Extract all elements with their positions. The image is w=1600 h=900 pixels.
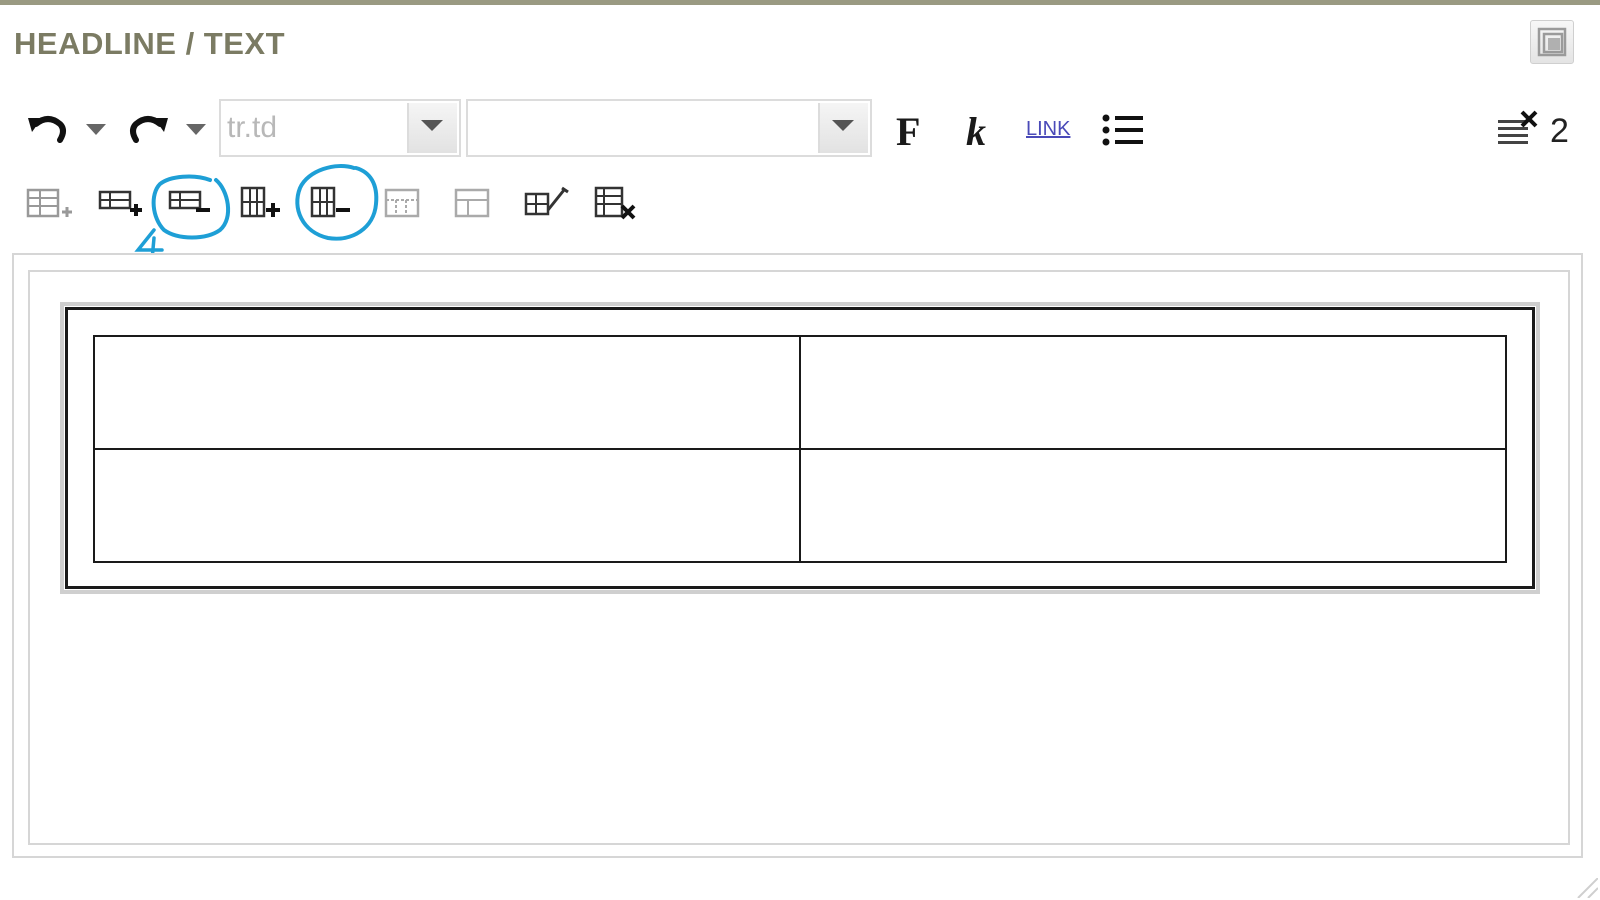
merge-cells-icon[interactable] xyxy=(454,186,494,222)
bold-icon[interactable]: F xyxy=(896,108,920,155)
italic-icon[interactable]: k xyxy=(966,108,986,155)
chevron-down-icon xyxy=(421,120,443,131)
bulleted-list-icon[interactable] xyxy=(1102,113,1144,147)
maximize-button[interactable] xyxy=(1530,20,1574,64)
resize-grip-icon[interactable] xyxy=(1574,878,1598,898)
maximize-icon xyxy=(1537,27,1567,57)
table-cell[interactable] xyxy=(799,448,1507,563)
table-cell[interactable] xyxy=(93,335,801,450)
delete-column-icon[interactable] xyxy=(310,184,356,222)
table-cell[interactable] xyxy=(93,448,801,563)
chevron-down-icon xyxy=(832,120,854,131)
element-path-value: tr.td xyxy=(227,111,278,144)
undo-dropdown-icon[interactable] xyxy=(86,124,106,136)
insert-column-icon[interactable] xyxy=(240,184,286,222)
clear-formatting-counter: 2 xyxy=(1550,112,1569,150)
split-cells-icon[interactable] xyxy=(384,186,424,222)
delete-table-icon[interactable] xyxy=(594,184,640,222)
element-path-select[interactable]: tr.td xyxy=(219,99,461,157)
redo-dropdown-icon[interactable] xyxy=(186,124,206,136)
table-properties-icon[interactable] xyxy=(524,184,570,222)
delete-row-icon[interactable] xyxy=(168,186,214,222)
element-path-dropdown-button[interactable] xyxy=(407,103,457,153)
format-select[interactable] xyxy=(466,99,872,157)
table-cell[interactable] xyxy=(799,335,1507,450)
editor-table xyxy=(93,335,1507,563)
panel-top-border xyxy=(0,0,1600,5)
insert-row-icon[interactable] xyxy=(98,186,144,222)
table-row xyxy=(93,335,1507,450)
insert-table-icon[interactable] xyxy=(26,186,72,222)
link-icon[interactable]: LINK xyxy=(1026,118,1070,141)
clear-formatting-icon[interactable] xyxy=(1496,110,1540,150)
table-row xyxy=(93,448,1507,563)
redo-icon[interactable] xyxy=(126,110,170,150)
format-dropdown-button[interactable] xyxy=(818,103,868,153)
undo-icon[interactable] xyxy=(26,110,70,150)
panel-title: HEADLINE / TEXT xyxy=(14,26,286,61)
